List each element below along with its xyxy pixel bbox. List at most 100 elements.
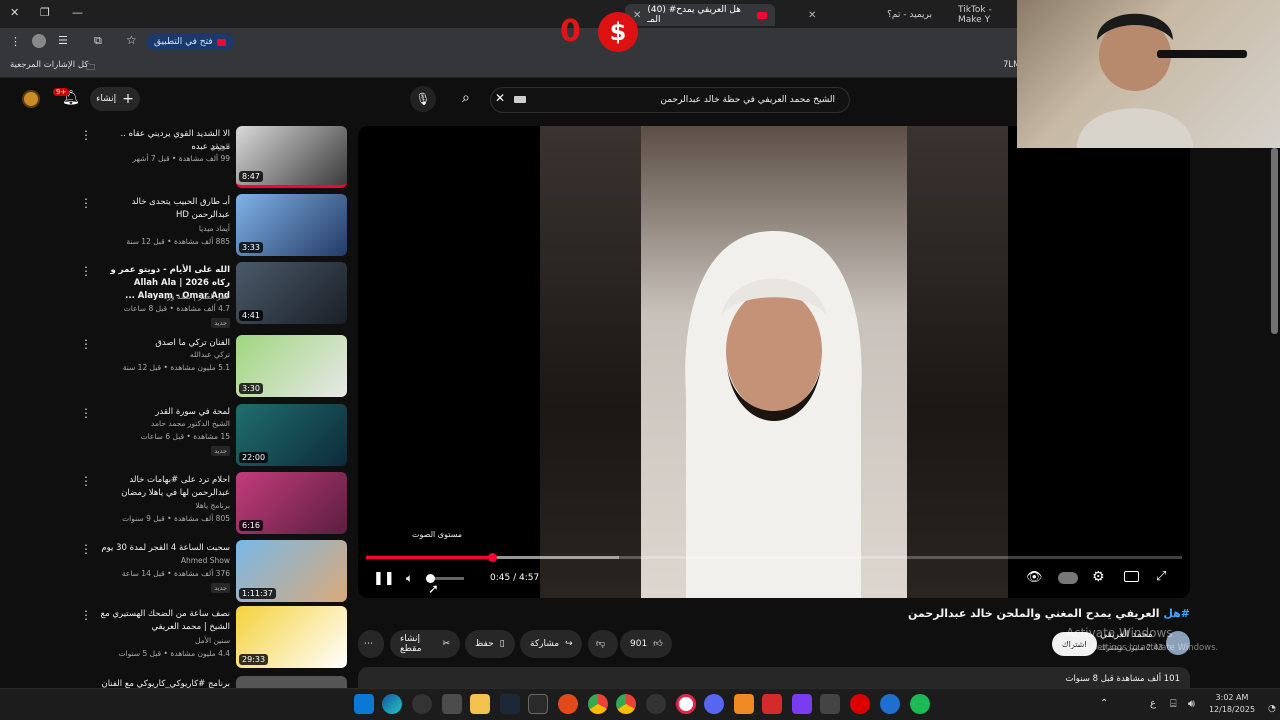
- progress-scrubber[interactable]: [488, 553, 498, 562]
- discord-icon[interactable]: [704, 694, 724, 714]
- spotify-icon[interactable]: [910, 694, 930, 714]
- list-item[interactable]: برنامج #كاريوكي_كاريوكي مع الفنان خالد: [0, 676, 350, 688]
- list-item[interactable]: 4:41 ⋮ الله على الأيام - دويتو عمر و ركا…: [0, 262, 350, 328]
- video-title[interactable]: الفنان تركي ما اصدق: [100, 337, 230, 350]
- all-bookmarks-label[interactable]: كل الإشارات المرجعية: [10, 60, 88, 70]
- app-purple-icon[interactable]: [792, 694, 812, 714]
- list-item[interactable]: 1:11:37 ⋮ سحبت الساعة 4 الفجر لمدة 30 يو…: [0, 540, 350, 606]
- video-title[interactable]: أبـ طارق الحبيب يتحدى خالد عبدالرحمن HD: [100, 196, 230, 222]
- channel-name[interactable]: Ahmed Show: [181, 556, 230, 565]
- restore-window-icon[interactable]: ❐: [40, 6, 50, 19]
- search-input[interactable]: الشيخ محمد العريفي في حظة خالد عبدالرحمن: [490, 87, 850, 113]
- miniplayer-icon[interactable]: [1124, 571, 1139, 582]
- autoplay-toggle[interactable]: [1058, 572, 1078, 584]
- open-in-app-button[interactable]: فتح في التطبيق: [146, 34, 234, 50]
- profile-avatar[interactable]: [32, 34, 46, 48]
- notification-center-icon[interactable]: ◔: [1268, 704, 1276, 714]
- tab-premiere[interactable]: ✕ بريميد - تم؟: [800, 4, 940, 26]
- channel-name[interactable]: الوزاي: [210, 142, 230, 151]
- more-options-icon[interactable]: ⋮: [80, 196, 92, 210]
- list-item[interactable]: 6:16 ⋮ احلام ترد على #بهامات خالد عبدالر…: [0, 472, 350, 538]
- chrome-profile-icon[interactable]: [616, 694, 636, 714]
- more-options-icon[interactable]: ⋮: [80, 337, 92, 351]
- channel-name[interactable]: برنامج ياهلا: [195, 501, 230, 510]
- search-icon[interactable]: ⌕: [462, 90, 470, 106]
- list-item[interactable]: 8:47 ⋮ الا الشديد القوي يرديني عقاه .. م…: [0, 126, 350, 192]
- bookmark-star-icon[interactable]: ☆: [126, 33, 137, 47]
- progress-track[interactable]: [366, 553, 1182, 562]
- video-thumbnail[interactable]: 22:00: [236, 404, 347, 466]
- share-button[interactable]: مشاركة ↪: [520, 630, 582, 658]
- clock-date[interactable]: 12/18/2025: [1208, 705, 1256, 714]
- channel-name[interactable]: سنين الأمل: [195, 636, 230, 645]
- clock-time[interactable]: 3:02 AM: [1212, 693, 1252, 702]
- video-thumbnail[interactable]: 6:16: [236, 472, 347, 534]
- video-thumbnail[interactable]: [236, 676, 347, 688]
- vlc-icon[interactable]: [734, 694, 754, 714]
- extensions-icon[interactable]: ⧉: [94, 34, 102, 48]
- settings-gear-icon[interactable]: ⚙︎: [1092, 569, 1105, 585]
- account-avatar[interactable]: [22, 90, 40, 108]
- create-button[interactable]: إنشاء +: [90, 87, 140, 111]
- volume-icon[interactable]: 🔈︎: [406, 571, 413, 586]
- tab-youtube[interactable]: ✕ (40) #هل العريفي يمدح المـ: [625, 4, 775, 26]
- menu-dots-icon[interactable]: ⋮: [10, 35, 21, 48]
- app-orange-icon[interactable]: [558, 694, 578, 714]
- close-tab-icon[interactable]: ✕: [633, 10, 641, 21]
- app-gray-icon[interactable]: [820, 694, 840, 714]
- like-button[interactable]: 901 👍︎: [620, 630, 672, 658]
- video-title[interactable]: لمحة في سورة القدر: [100, 406, 230, 419]
- obs-icon[interactable]: [646, 694, 666, 714]
- more-options-icon[interactable]: ⋮: [80, 608, 92, 622]
- pause-icon[interactable]: ❚❚: [373, 571, 395, 586]
- list-item[interactable]: 3:30 ⋮ الفنان تركي ما اصدق تركي عبدالله …: [0, 335, 350, 401]
- video-title[interactable]: نصف ساعة من الضحك الهستيري مع الشيخ | مح…: [100, 608, 230, 634]
- video-title[interactable]: احلام ترد على #بهامات خالد عبدالرحمن لها…: [100, 474, 230, 500]
- minimize-window-icon[interactable]: —: [72, 6, 83, 19]
- list-item[interactable]: 3:33 ⋮ أبـ طارق الحبيب يتحدى خالد عبدالر…: [0, 194, 350, 260]
- fullscreen-icon[interactable]: ⤢: [1156, 569, 1166, 584]
- opera-icon[interactable]: [676, 694, 696, 714]
- title-hashtag[interactable]: #هل: [1163, 607, 1190, 620]
- channel-name[interactable]: عمر العمر | نغمة ورد: [164, 292, 230, 301]
- language-indicator[interactable]: ع: [1150, 698, 1156, 709]
- app-blue-icon[interactable]: [880, 694, 900, 714]
- clip-button[interactable]: إنشاء مقطع ✂: [390, 630, 460, 658]
- voice-search-icon[interactable]: 🎙︎: [410, 86, 436, 112]
- app-red-icon[interactable]: [762, 694, 782, 714]
- reading-list-icon[interactable]: ☰: [58, 34, 68, 47]
- start-menu-icon[interactable]: [354, 694, 374, 714]
- video-thumbnail[interactable]: 4:41: [236, 262, 347, 324]
- tray-chevron-icon[interactable]: ⌃: [1100, 698, 1108, 709]
- video-thumbnail[interactable]: 1:11:37: [236, 540, 347, 602]
- more-options-icon[interactable]: ⋮: [80, 264, 92, 278]
- video-title[interactable]: سحبت الساعة 4 الفجر لمدة 30 يوم: [100, 542, 230, 555]
- more-options-icon[interactable]: ⋮: [80, 406, 92, 420]
- more-options-icon[interactable]: ⋮: [80, 128, 92, 142]
- video-title[interactable]: برنامج #كاريوكي_كاريوكي مع الفنان خالد: [100, 678, 230, 688]
- channel-name[interactable]: تركي عبدالله: [190, 350, 230, 359]
- close-window-icon[interactable]: ✕: [10, 6, 19, 19]
- list-item[interactable]: 29:33 ⋮ نصف ساعة من الضحك الهستيري مع ال…: [0, 606, 350, 672]
- volume-slider[interactable]: [425, 574, 464, 583]
- tab-tiktok[interactable]: TikTok - Make Y: [950, 4, 1018, 26]
- recorder-icon[interactable]: [850, 694, 870, 714]
- more-actions-button[interactable]: ⋯: [358, 630, 384, 658]
- clear-search-icon[interactable]: ✕: [495, 91, 505, 105]
- page-scrollbar[interactable]: [1271, 148, 1278, 334]
- video-thumbnail[interactable]: 3:33: [236, 194, 347, 256]
- video-thumbnail[interactable]: 29:33: [236, 606, 347, 668]
- keyboard-icon[interactable]: [514, 96, 526, 103]
- list-item[interactable]: 22:00 ⋮ لمحة في سورة القدر الشيخ الدكتور…: [0, 404, 350, 470]
- speaker-icon[interactable]: 🔊︎: [1188, 697, 1195, 711]
- task-view-icon[interactable]: [442, 694, 462, 714]
- steam-icon[interactable]: [500, 694, 520, 714]
- chrome-icon[interactable]: [588, 694, 608, 714]
- eye-icon[interactable]: 👁︎: [1026, 570, 1043, 585]
- save-button[interactable]: حفظ ▯: [465, 630, 515, 658]
- video-thumbnail[interactable]: 3:30: [236, 335, 347, 397]
- settings-app-icon[interactable]: [412, 694, 432, 714]
- video-player[interactable]: مستوى الصوت ❚❚ 🔈︎ 0:45 / 4:57 👁︎ ⚙︎ ⤢: [358, 126, 1190, 598]
- dislike-button[interactable]: 👎︎: [588, 630, 618, 658]
- channel-name[interactable]: الشيخ الدكتور محمد حامد: [151, 419, 230, 428]
